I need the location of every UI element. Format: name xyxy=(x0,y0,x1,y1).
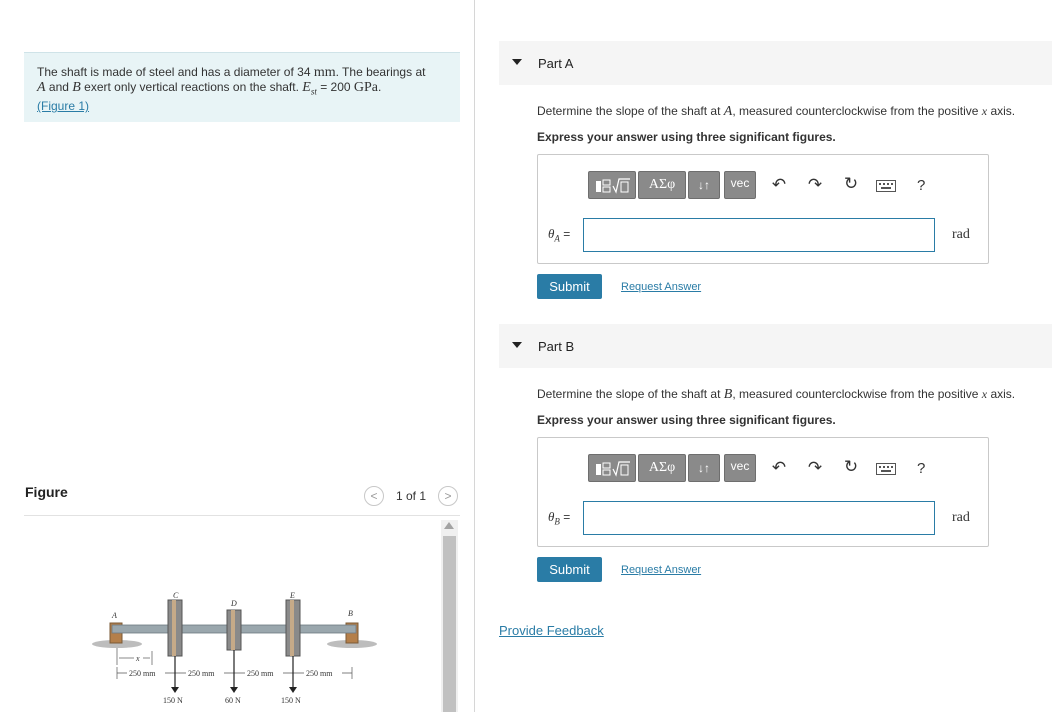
var-e: E xyxy=(302,80,311,95)
reset-icon[interactable]: ↻ xyxy=(841,457,861,477)
reset-icon[interactable]: ↻ xyxy=(841,174,861,194)
equals-sign: = xyxy=(563,227,571,241)
dim-label-4: 250 mm xyxy=(306,669,333,678)
theta-subscript: A xyxy=(554,233,560,244)
caret-down-icon[interactable] xyxy=(512,59,522,65)
keyboard-icon[interactable] xyxy=(876,463,896,475)
equals-sign: = xyxy=(563,510,571,524)
fraction-sqrt-icon xyxy=(596,461,630,477)
pulley-c-rim xyxy=(172,600,176,656)
undo-icon[interactable]: ↶ xyxy=(769,175,789,195)
part-b-instruction: Express your answer using three signific… xyxy=(537,413,836,427)
label-b: B xyxy=(348,609,353,618)
dim-label-1: 250 mm xyxy=(129,669,156,678)
unit-gpa: GPa xyxy=(353,80,379,95)
prompt-text: Determine the slope of the shaft at xyxy=(537,387,724,401)
theta-a-input[interactable] xyxy=(583,218,935,252)
label-d: D xyxy=(230,599,237,608)
label-c: C xyxy=(173,591,179,600)
figure-pager-text: 1 of 1 xyxy=(396,489,427,503)
problem-statement: The shaft is made of steel and has a dia… xyxy=(24,52,460,122)
undo-icon[interactable]: ↶ xyxy=(769,458,789,478)
problem-text: The shaft is made of steel and has a dia… xyxy=(37,65,314,79)
redo-icon[interactable]: ↷ xyxy=(805,175,825,195)
prompt-text: Determine the slope of the shaft at xyxy=(537,104,724,118)
load-arrowhead-e xyxy=(289,687,297,693)
greek-button[interactable]: ΑΣφ xyxy=(638,454,686,482)
pane-divider[interactable] xyxy=(474,0,475,712)
arrows-button[interactable]: ↓↑ xyxy=(688,171,720,199)
load-arrowhead-d xyxy=(230,687,238,693)
problem-text: . xyxy=(378,80,382,94)
unit-rad: rad xyxy=(952,227,970,242)
submit-button[interactable]: Submit xyxy=(537,274,602,299)
unit-mm: mm xyxy=(313,65,336,80)
prompt-text: , measured counterclockwise from the pos… xyxy=(732,104,982,118)
problem-text: and xyxy=(45,80,73,94)
figure-link[interactable]: (Figure 1) xyxy=(37,99,89,113)
part-b-title[interactable]: Part B xyxy=(538,339,574,354)
var-a: A xyxy=(37,80,46,95)
prompt-text: axis. xyxy=(987,104,1016,118)
figure-divider xyxy=(24,515,460,516)
keyboard-icon[interactable] xyxy=(876,180,896,192)
prompt-text: axis. xyxy=(987,387,1016,401)
redo-icon[interactable]: ↷ xyxy=(805,458,825,478)
provide-feedback-link[interactable]: Provide Feedback xyxy=(499,623,604,638)
pulley-d-rim xyxy=(231,610,235,650)
scroll-up-arrow-icon[interactable] xyxy=(444,522,454,529)
vec-button[interactable]: vec xyxy=(724,454,756,482)
shaft-figure: A C D E B x 250 mm 250 mm 250 mm 250 mm … xyxy=(92,591,377,705)
help-button[interactable]: ? xyxy=(917,177,925,194)
vec-button[interactable]: vec xyxy=(724,171,756,199)
next-figure-button[interactable]: > xyxy=(438,486,458,506)
var-b: B xyxy=(72,80,81,95)
submit-button[interactable]: Submit xyxy=(537,557,602,582)
unit-rad: rad xyxy=(952,510,970,525)
part-a-header[interactable] xyxy=(499,41,1052,85)
part-a-title[interactable]: Part A xyxy=(538,56,573,71)
problem-text: = 200 xyxy=(316,80,354,94)
request-answer-link[interactable]: Request Answer xyxy=(621,281,701,293)
part-b-header[interactable] xyxy=(499,324,1052,368)
arrows-button[interactable]: ↓↑ xyxy=(688,454,720,482)
theta-a-label: θA = xyxy=(548,226,570,243)
problem-text: . The bearings at xyxy=(335,65,426,79)
fraction-sqrt-icon xyxy=(596,178,630,194)
load-label-c: 150 N xyxy=(163,696,183,705)
theta-subscript: B xyxy=(554,516,560,527)
figure-heading: Figure xyxy=(25,484,68,500)
part-a-prompt: Determine the slope of the shaft at A, m… xyxy=(537,104,1015,120)
label-a: A xyxy=(111,611,117,620)
greek-button[interactable]: ΑΣφ xyxy=(638,171,686,199)
pulley-e-rim xyxy=(290,600,294,656)
dim-label-2: 250 mm xyxy=(188,669,215,678)
problem-text: exert only vertical reactions on the sha… xyxy=(80,80,303,94)
request-answer-link[interactable]: Request Answer xyxy=(621,564,701,576)
chevron-left-icon: < xyxy=(370,489,378,503)
scrollbar-thumb[interactable] xyxy=(443,536,456,712)
prompt-text: , measured counterclockwise from the pos… xyxy=(732,387,982,401)
chevron-right-icon: > xyxy=(444,489,452,503)
load-arrowhead-c xyxy=(171,687,179,693)
part-a-instruction: Express your answer using three signific… xyxy=(537,130,836,144)
caret-down-icon[interactable] xyxy=(512,342,522,348)
dim-label-3: 250 mm xyxy=(247,669,274,678)
templates-button[interactable] xyxy=(588,171,636,199)
load-label-e: 150 N xyxy=(281,696,301,705)
help-button[interactable]: ? xyxy=(917,460,925,477)
label-x: x xyxy=(135,654,140,663)
theta-b-input[interactable] xyxy=(583,501,935,535)
load-label-d: 60 N xyxy=(225,696,241,705)
theta-b-label: θB = xyxy=(548,509,570,526)
prev-figure-button[interactable]: < xyxy=(364,486,384,506)
templates-button[interactable] xyxy=(588,454,636,482)
part-b-prompt: Determine the slope of the shaft at B, m… xyxy=(537,387,1015,403)
label-e: E xyxy=(289,591,295,600)
